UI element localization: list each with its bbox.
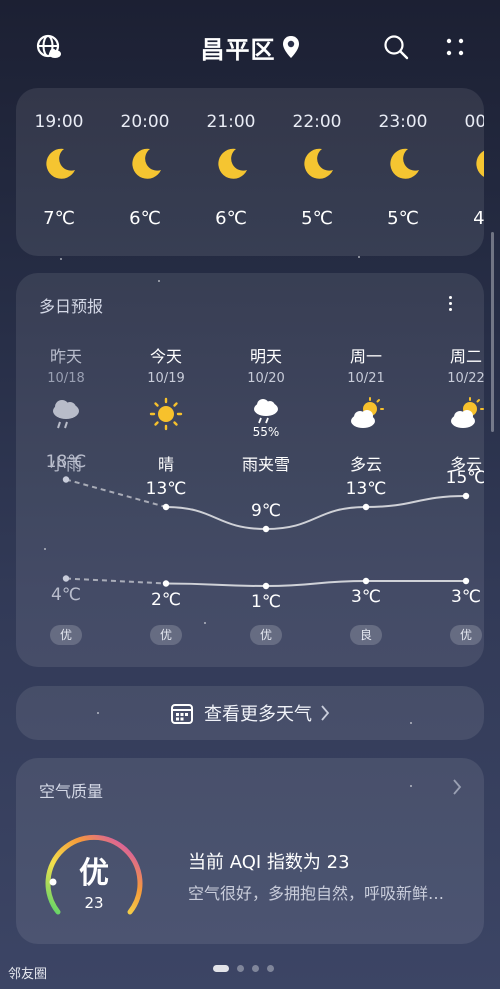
partly-cloudy-icon [351, 397, 384, 428]
aqi-level: 优 [79, 856, 109, 891]
hour-time: 19:00 [34, 112, 84, 132]
day-date: 10/20 [247, 371, 285, 386]
high_value-temp-label: 18℃ [45, 451, 87, 472]
day-column[interactable]: 周一 10/21 多云 良 [316, 273, 416, 667]
day-condition: 多云 [349, 455, 382, 474]
star [60, 258, 62, 260]
calendar-icon [171, 704, 193, 724]
hourly-forecast-card[interactable]: 19:00 7℃ 20:00 6℃ 21:00 6℃ 22:00 5℃ 23:0… [16, 88, 484, 256]
hour-time: 22:00 [292, 112, 342, 132]
hour-temp: 5℃ [387, 208, 419, 229]
search-icon [384, 35, 409, 60]
city-name: 昌平区 [200, 35, 276, 64]
day-aqi-badge: 优 [450, 625, 482, 645]
location-pin-icon [282, 35, 300, 59]
star [358, 256, 360, 258]
brand-label: 邻友圈 [8, 967, 48, 982]
day-condition: 晴 [157, 455, 174, 474]
light-rain-icon [53, 400, 79, 429]
hour-temp: 6℃ [215, 208, 247, 229]
day-condition: 雨夹雪 [241, 455, 290, 474]
low_value-temp-label: 3℃ [451, 587, 481, 607]
more-menu-button[interactable] [438, 30, 472, 64]
daily-forecast-card[interactable]: 多日预报 昨天 10/18 小雨 优 今天 10/19 晴 优 明天 10/20 [16, 273, 484, 667]
low_value-temp-label: 4℃ [51, 584, 81, 605]
day-date: 10/21 [347, 371, 385, 386]
low_value-temp-label: 3℃ [351, 587, 381, 607]
page-dot[interactable] [237, 965, 244, 972]
page-dot[interactable] [252, 965, 259, 972]
city-title[interactable]: 昌平区 [0, 30, 500, 64]
day-aqi-badge: 良 [350, 625, 382, 645]
low_value-temp-label: 1℃ [251, 592, 281, 612]
high_value-temp-label: 13℃ [345, 479, 387, 499]
day-name: 明天 [249, 347, 282, 366]
sunny-icon [149, 397, 183, 431]
day-aqi-badge: 优 [150, 625, 182, 645]
day-name: 周二 [449, 347, 482, 366]
aqi-value: 23 [84, 894, 104, 912]
more-weather-button[interactable]: 查看更多天气 [16, 686, 484, 740]
day-date: 10/22 [447, 371, 484, 386]
moon-icon [304, 148, 333, 179]
moon-icon [390, 148, 419, 179]
air-quality-title: 空气质量 [39, 782, 104, 801]
day-date: 10/19 [147, 371, 185, 386]
day-precipitation: 55% [252, 425, 280, 439]
high_value-temp-label: 15℃ [445, 468, 484, 488]
hour-time: 00:00 [464, 112, 485, 132]
day-aqi-badge: 优 [50, 625, 82, 645]
more-weather-label: 查看更多天气 [204, 704, 312, 725]
moon-icon [132, 148, 161, 179]
more-dots-icon [446, 38, 464, 56]
hour-temp: 4℃ [473, 208, 484, 229]
aqi-description: 空气很好，多拥抱自然，呼吸新鲜空气 [188, 884, 458, 903]
hour-temp: 5℃ [301, 208, 333, 229]
day-name: 今天 [149, 347, 182, 366]
chevron-right-icon [320, 704, 330, 722]
page-indicator[interactable] [213, 965, 274, 972]
page-dot-active[interactable] [213, 965, 229, 972]
page-dot[interactable] [267, 965, 274, 972]
top-bar: 昌平区 [0, 0, 500, 90]
hour-temp: 6℃ [129, 208, 161, 229]
hour-temp: 7℃ [43, 208, 75, 229]
low_value-temp-label: 2℃ [151, 589, 181, 610]
moon-icon [218, 148, 247, 179]
moon-icon [476, 150, 484, 177]
day-aqi-badge: 优 [250, 625, 282, 645]
high_value-temp-label: 13℃ [145, 479, 187, 499]
moon-icon [46, 148, 75, 179]
high_value-temp-label: 9℃ [251, 501, 281, 521]
day-name: 昨天 [49, 347, 82, 366]
hour-time: 23:00 [378, 112, 428, 132]
hour-time: 21:00 [206, 112, 256, 132]
day-date: 10/18 [47, 371, 85, 386]
air-quality-card[interactable]: 空气质量 优 23 当前 AQI 指数为 23 空气很好，多拥抱自然，呼吸新鲜空… [16, 758, 484, 944]
search-button[interactable] [379, 30, 413, 64]
hour-time: 20:00 [120, 112, 170, 132]
chevron-right-icon[interactable] [452, 778, 462, 800]
partly-cloudy-icon [451, 397, 484, 428]
scrollbar[interactable] [491, 232, 494, 432]
day-name: 周一 [349, 347, 382, 366]
aqi-headline: 当前 AQI 指数为 23 [188, 852, 350, 873]
